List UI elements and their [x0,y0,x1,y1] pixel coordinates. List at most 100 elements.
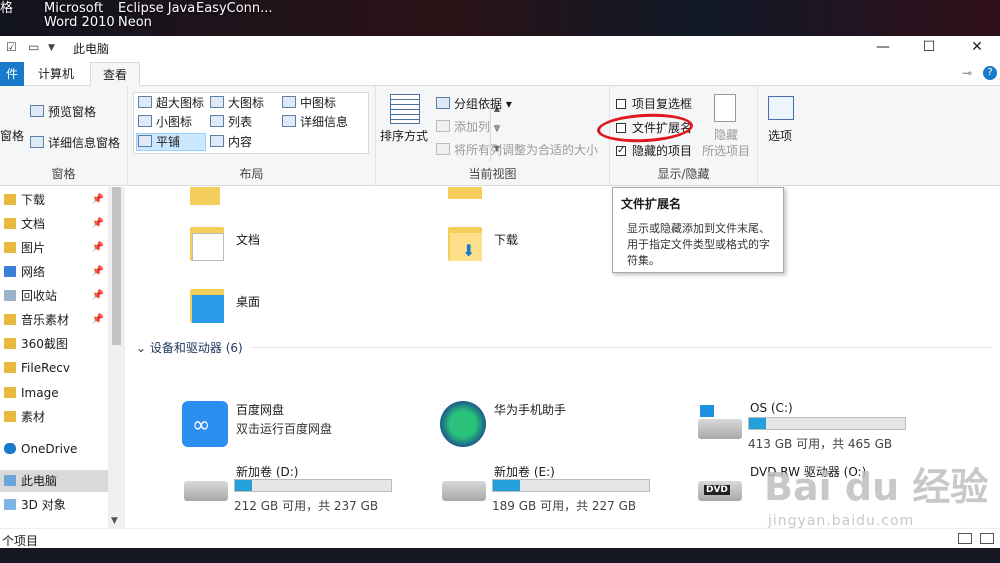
folder-icon-partial [448,187,482,199]
nav-pane-button[interactable]: 窗格 [0,128,24,144]
options-button[interactable]: 选项 [768,128,792,144]
pin-icon: 📌 [91,242,104,253]
item-checkboxes-label: 项目复选框 [632,97,693,111]
desktop-icon-word[interactable]: Microsoft Word 2010 [44,2,115,30]
nav-scrollbar[interactable]: ▼ [108,187,125,528]
file-extensions-tooltip: 文件扩展名 显示或隐藏添加到文件末尾、用于指定文件类型或格式的字符集。 [612,187,784,273]
large-icons-view-icon[interactable] [980,533,994,544]
group-panes: 窗格 预览窗格 详细信息窗格 窗格 [0,86,128,186]
nav-item-assets[interactable]: 素材 [0,406,108,428]
small-icons-icon [138,115,152,127]
device-name: 华为手机助手 [494,403,567,417]
list-icon [210,115,224,127]
hidden-items-label: 隐藏的项目 [632,144,693,158]
hide-selected-label-2[interactable]: 所选项目 [702,143,750,159]
pin-icon: 📌 [91,290,104,301]
nav-item-this-pc[interactable]: 此电脑 [0,470,108,492]
nav-item-downloads[interactable]: 下载 📌 [0,189,108,211]
size-all-columns-button[interactable]: 将所有列调整为合适的大小 [436,142,598,158]
details-pane-button[interactable]: 详细信息窗格 [30,135,120,151]
devices-section-header[interactable]: ⌄ 设备和驱动器 (6) [136,339,990,356]
folder-icon [4,314,16,325]
drive-icon [184,481,228,501]
layout-content[interactable]: 内容 [210,134,252,150]
properties-icon[interactable]: ☑ [6,40,17,54]
system-drive-icon [698,405,742,439]
layout-details[interactable]: 详细信息 [282,114,348,130]
group-by-icon [436,97,450,109]
title-bar[interactable]: ☑ ▭ ▼ 此电脑 — ☐ ✕ [0,36,1000,58]
pictures-folder-icon [4,242,16,253]
nav-label: 素材 [21,410,46,424]
nav-label: Image [21,386,59,400]
nav-item-pictures[interactable]: 图片 📌 [0,237,108,259]
tab-computer[interactable]: 计算机 [28,62,84,86]
chevron-down-icon[interactable]: ▼ [111,516,118,526]
maximize-button[interactable]: ☐ [906,36,952,58]
pin-ribbon-icon[interactable]: ⊸ [962,66,972,80]
size-columns-icon [436,143,450,155]
drive-name: 新加卷 (D:) [236,465,299,479]
customize-toolbar-icon[interactable]: ▼ [48,43,55,53]
nav-label: 360截图 [21,337,68,351]
layout-list[interactable]: 列表 [210,114,252,130]
drive-usage-fill [493,480,520,491]
nav-item-recycle-bin[interactable]: 回收站 📌 [0,285,108,307]
desktop-icon-easyconnect[interactable]: EasyConn... [196,2,273,16]
devices-section-label: 设备和驱动器 (6) [149,341,243,355]
extra-large-icons-icon [138,96,152,108]
sort-by-button[interactable]: 排序方式 [380,128,428,144]
layout-medium-icons[interactable]: 中图标 [282,95,336,111]
new-folder-icon[interactable]: ▭ [28,40,39,54]
watermark-url: jingyan.baidu.com [768,513,915,529]
layout-large-icons[interactable]: 大图标 [210,95,264,111]
tab-view[interactable]: 查看 [90,62,140,87]
nav-item-onedrive[interactable]: OneDrive [0,438,108,460]
add-columns-button[interactable]: 添加列 ▾ [436,119,500,135]
3d-objects-icon [4,499,16,510]
drive-space-text: 413 GB 可用，共 465 GB [748,437,893,451]
details-view-icon[interactable] [958,533,972,544]
documents-folder-icon [190,221,224,261]
nav-item-music-assets[interactable]: 音乐素材 📌 [0,309,108,331]
add-columns-icon [436,120,450,132]
watermark-logo: Bai du 经验 [764,465,989,509]
folder-name: 文档 [236,233,261,247]
small-icons-label: 小图标 [156,115,193,129]
nav-label: 网络 [21,265,46,279]
ribbon-tabs: 件 计算机 查看 ⊸ [0,62,1000,87]
sort-by-icon [390,94,420,124]
computer-icon [4,475,16,486]
layout-extra-large-icons[interactable]: 超大图标 [138,95,204,111]
desktop-icon-label[interactable]: 格 [0,2,13,16]
nav-item-3d-objects[interactable]: 3D 对象 [0,494,108,516]
nav-item-documents[interactable]: 文档 📌 [0,213,108,235]
details-pane-label: 详细信息窗格 [48,136,121,150]
nav-item-network[interactable]: 网络 📌 [0,261,108,283]
drive-space-text: 212 GB 可用，共 237 GB [234,499,379,513]
details-label: 详细信息 [300,115,349,129]
pin-icon: 📌 [91,314,104,325]
hide-selected-label-1[interactable]: 隐藏 [714,127,738,143]
group-by-button[interactable]: 分组依据 ▾ [436,96,512,112]
tooltip-body: 显示或隐藏添加到文件末尾、用于指定文件类型或格式的字符集。 [627,222,770,267]
nav-item-filerecv[interactable]: FileRecv [0,357,108,379]
hidden-items-toggle[interactable]: 隐藏的项目 [616,143,692,159]
tab-file[interactable]: 件 [0,62,24,86]
desktop-icon-eclipse[interactable]: Eclipse Java Neon [118,2,195,30]
preview-pane-button[interactable]: 预览窗格 [30,104,96,120]
close-button[interactable]: ✕ [954,36,1000,58]
nav-item-360-screenshots[interactable]: 360截图 [0,333,108,355]
nav-scrollbar-thumb[interactable] [112,187,121,345]
minimize-button[interactable]: — [860,36,906,58]
layout-tiles[interactable]: 平铺 [138,134,180,150]
chevron-down-icon[interactable]: ⌄ [136,341,150,355]
folder-icon-partial [190,187,220,205]
preview-pane-label: 预览窗格 [48,105,97,119]
hidden-items-checkbox[interactable] [616,143,626,159]
nav-item-image[interactable]: Image [0,382,108,404]
item-checkboxes-checkbox[interactable] [616,99,626,109]
help-icon[interactable]: ? [983,66,997,80]
item-checkboxes-toggle[interactable]: 项目复选框 [616,96,692,112]
layout-small-icons[interactable]: 小图标 [138,114,192,130]
